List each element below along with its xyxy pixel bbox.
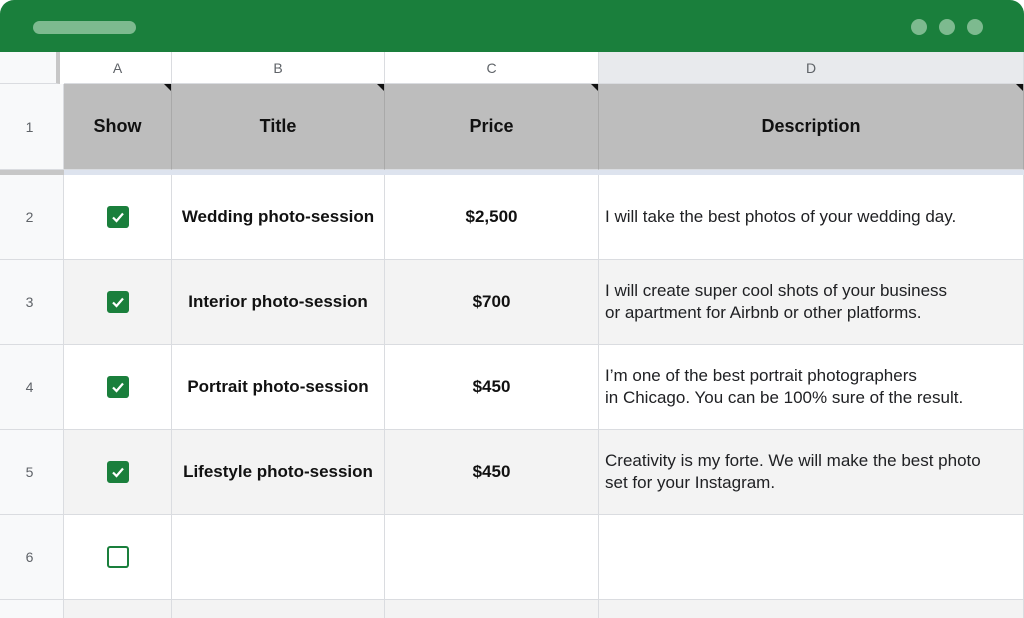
select-all-corner[interactable]	[0, 52, 60, 84]
window-dot-1[interactable]	[911, 19, 927, 35]
filter-marker-icon[interactable]	[591, 84, 598, 91]
show-checkbox[interactable]	[106, 546, 129, 568]
cell-a3[interactable]	[64, 260, 172, 345]
checkmark-icon	[111, 297, 124, 308]
show-checkbox[interactable]	[106, 376, 129, 398]
row-header-5[interactable]: 5	[0, 430, 64, 515]
checkmark-icon	[111, 212, 124, 223]
row-header-3[interactable]: 3	[0, 260, 64, 345]
cell-a2[interactable]	[64, 175, 172, 260]
row-header-4[interactable]: 4	[0, 345, 64, 430]
cell-d6[interactable]	[599, 515, 1024, 600]
cell-b5[interactable]: Lifestyle photo-session	[172, 430, 385, 515]
checkmark-icon	[111, 382, 124, 393]
column-header-c[interactable]: C	[385, 52, 599, 84]
cell-c6[interactable]	[385, 515, 599, 600]
column-header-a[interactable]: A	[64, 52, 172, 84]
cell-b3[interactable]: Interior photo-session	[172, 260, 385, 345]
show-checkbox[interactable]	[106, 206, 129, 228]
header-price: Price	[469, 116, 514, 136]
header-title: Title	[259, 116, 297, 136]
cell-a7[interactable]	[64, 600, 172, 618]
cell-b2[interactable]: Wedding photo-session	[172, 175, 385, 260]
cell-a6[interactable]	[64, 515, 172, 600]
cell-d5[interactable]: Creativity is my forte. We will make the…	[599, 430, 1024, 515]
description-line: Creativity is my forte. We will make the…	[605, 451, 981, 470]
cell-b1[interactable]: Title	[172, 84, 385, 170]
cell-c4[interactable]: $450	[385, 345, 599, 430]
cell-b7[interactable]	[172, 600, 385, 618]
cell-b4[interactable]: Portrait photo-session	[172, 345, 385, 430]
header-show: Show	[93, 116, 142, 136]
filter-marker-icon[interactable]	[1016, 84, 1023, 91]
checkmark-icon	[111, 467, 124, 478]
cell-a4[interactable]	[64, 345, 172, 430]
show-checkbox[interactable]	[106, 291, 129, 313]
cell-c2[interactable]: $2,500	[385, 175, 599, 260]
cell-a1[interactable]: Show	[64, 84, 172, 170]
sheet-grid: A B C D 1 Show Title Price Description 2…	[0, 52, 1024, 618]
row-header-1[interactable]: 1	[0, 84, 64, 170]
cell-d3[interactable]: I will create super cool shots of your b…	[599, 260, 1024, 345]
title-bar	[0, 0, 1024, 52]
cell-c7[interactable]	[385, 600, 599, 618]
cell-b6[interactable]	[172, 515, 385, 600]
window-dot-2[interactable]	[939, 19, 955, 35]
show-checkbox[interactable]	[106, 461, 129, 483]
description-line: set for your Instagram.	[605, 473, 776, 492]
cell-a5[interactable]	[64, 430, 172, 515]
cell-c5[interactable]: $450	[385, 430, 599, 515]
header-description: Description	[761, 116, 861, 136]
row-header-7[interactable]	[0, 600, 64, 618]
spreadsheet-window: A B C D 1 Show Title Price Description 2…	[0, 0, 1024, 618]
cell-d7[interactable]	[599, 600, 1024, 618]
filter-marker-icon[interactable]	[164, 84, 171, 91]
description-line: or apartment for Airbnb or other platfor…	[605, 303, 922, 322]
description-line: I will create super cool shots of your b…	[605, 281, 948, 300]
cell-d4[interactable]: I’m one of the best portrait photographe…	[599, 345, 1024, 430]
window-dot-3[interactable]	[967, 19, 983, 35]
column-header-d[interactable]: D	[599, 52, 1024, 84]
cell-c1[interactable]: Price	[385, 84, 599, 170]
description-line: in Chicago. You can be 100% sure of the …	[605, 388, 964, 407]
description-line: I will take the best photos of your wedd…	[605, 207, 957, 226]
row-header-2[interactable]: 2	[0, 175, 64, 260]
column-header-b[interactable]: B	[172, 52, 385, 84]
description-line: I’m one of the best portrait photographe…	[605, 366, 917, 385]
row-header-6[interactable]: 6	[0, 515, 64, 600]
cell-d2[interactable]: I will take the best photos of your wedd…	[599, 175, 1024, 260]
cell-c3[interactable]: $700	[385, 260, 599, 345]
cell-d1[interactable]: Description	[599, 84, 1024, 170]
title-placeholder	[33, 21, 136, 34]
filter-marker-icon[interactable]	[377, 84, 384, 91]
